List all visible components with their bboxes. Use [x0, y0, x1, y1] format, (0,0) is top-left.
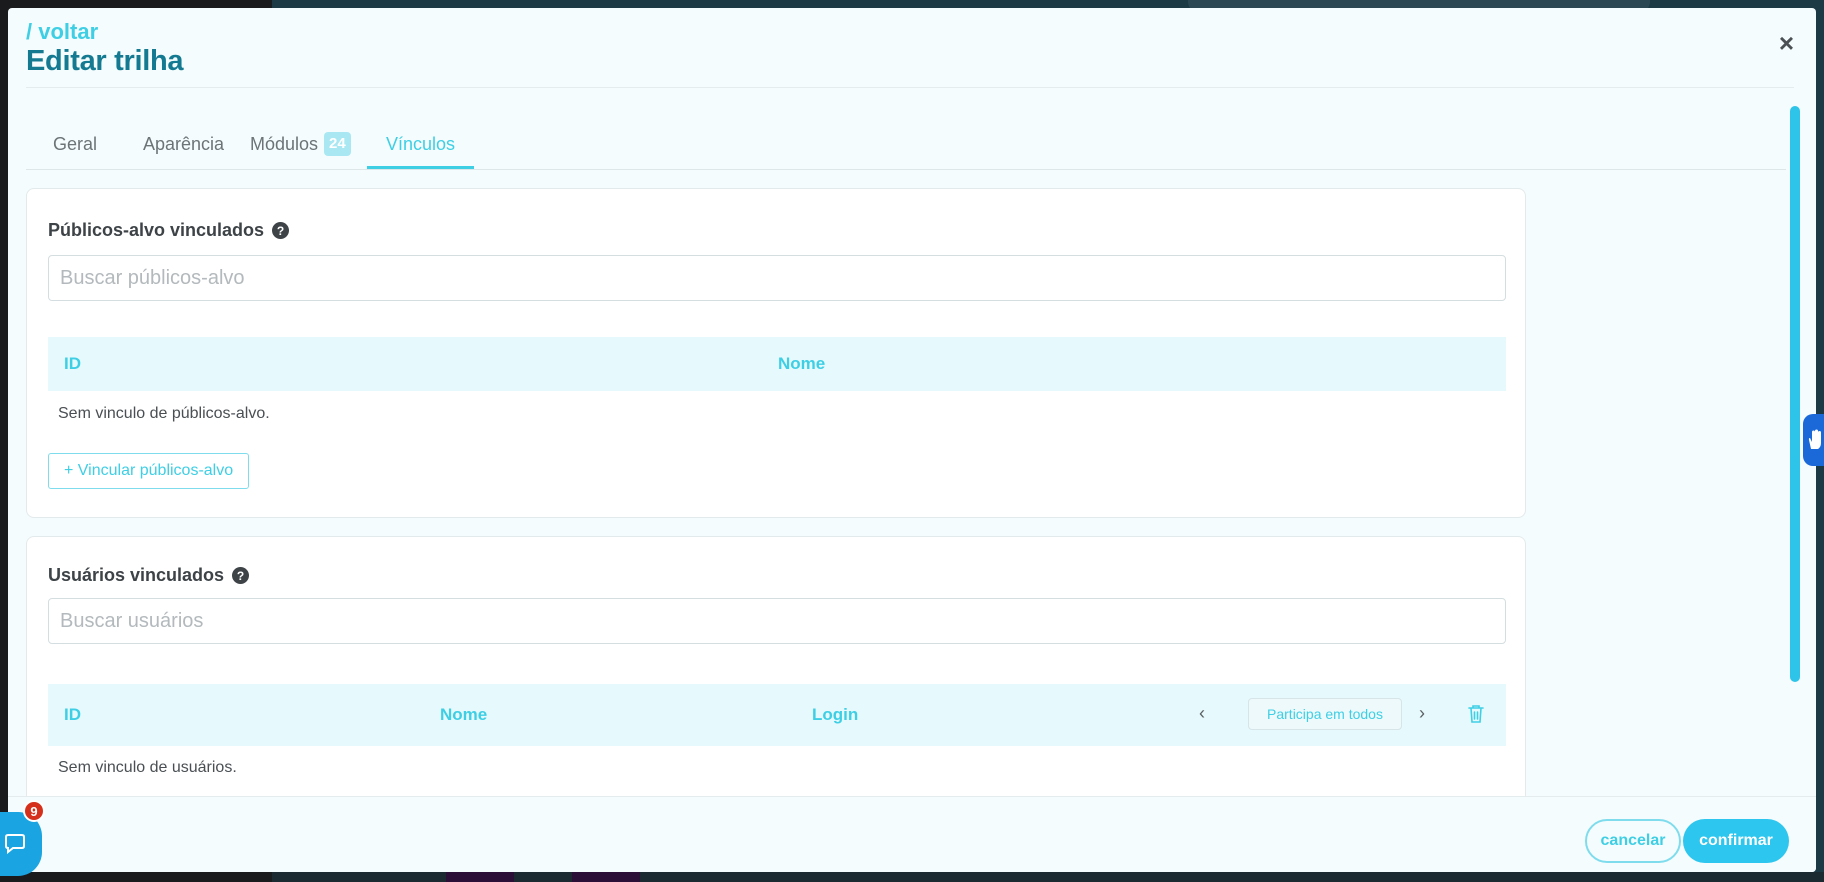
audiences-heading: Públicos-alvo vinculados ?	[48, 220, 290, 241]
column-header-nome[interactable]: Nome	[440, 705, 487, 725]
tabs-divider	[26, 169, 1786, 170]
accessibility-widget-tab[interactable]	[1803, 414, 1824, 466]
chat-bubble-icon	[5, 834, 25, 854]
users-search-input[interactable]	[48, 598, 1506, 644]
tab-label: Vínculos	[386, 133, 456, 154]
scrollbar-thumb[interactable]	[1790, 106, 1800, 682]
users-heading-text: Usuários vinculados	[48, 565, 225, 585]
confirm-button[interactable]: confirmar	[1683, 819, 1789, 863]
modal-title: Editar trilha	[26, 45, 184, 77]
tab-label: Geral	[53, 133, 98, 154]
link-audiences-button[interactable]: + Vincular públicos-alvo	[48, 453, 250, 489]
audiences-empty-text: Sem vinculo de públicos-alvo.	[58, 405, 270, 422]
back-link[interactable]: / voltar	[26, 19, 98, 45]
close-icon[interactable]: ×	[1779, 30, 1794, 56]
audiences-search-input[interactable]	[48, 255, 1506, 301]
tab-modulos[interactable]: Módulos 24	[250, 118, 351, 170]
cancel-button[interactable]: cancelar	[1585, 819, 1681, 863]
audiences-card: Públicos-alvo vinculados ? ID Nome Sem v…	[26, 188, 1526, 518]
tab-vinculos[interactable]: Vínculos	[386, 118, 455, 170]
trash-icon[interactable]	[1467, 704, 1485, 724]
audiences-heading-text: Públicos-alvo vinculados	[48, 220, 265, 240]
help-icon[interactable]: ?	[232, 567, 250, 584]
chat-notification-badge: 9	[23, 800, 45, 822]
column-header-id[interactable]: ID	[64, 705, 81, 725]
help-icon[interactable]: ?	[272, 222, 290, 239]
tab-bar: Geral Aparência Módulos 24 Vínculos	[26, 118, 1786, 170]
modal-footer: cancelar confirmar	[8, 796, 1816, 872]
users-heading: Usuários vinculados ?	[48, 565, 250, 586]
column-header-login[interactable]: Login	[812, 705, 858, 725]
column-header-id[interactable]: ID	[64, 354, 81, 374]
header-divider	[26, 87, 1794, 88]
chevron-left-icon[interactable]: ‹	[1199, 703, 1205, 724]
tab-aparencia[interactable]: Aparência	[143, 118, 224, 170]
tab-label: Módulos	[250, 133, 319, 154]
participates-all-button[interactable]: Participa em todos	[1248, 698, 1402, 730]
tab-label: Aparência	[143, 133, 225, 154]
active-tab-indicator	[367, 166, 474, 169]
column-header-nome[interactable]: Nome	[778, 354, 825, 374]
hand-sign-icon	[1808, 429, 1821, 449]
audiences-table-header: ID Nome	[48, 337, 1506, 391]
users-table-header: ID Nome Login ‹ Participa em todos ›	[48, 684, 1506, 746]
chevron-right-icon[interactable]: ›	[1419, 703, 1425, 724]
tab-geral[interactable]: Geral	[53, 118, 97, 170]
modules-count-badge: 24	[324, 132, 351, 156]
edit-track-modal: / voltar Editar trilha × Geral Aparência…	[8, 8, 1816, 872]
users-empty-text: Sem vinculo de usuários.	[58, 759, 237, 776]
